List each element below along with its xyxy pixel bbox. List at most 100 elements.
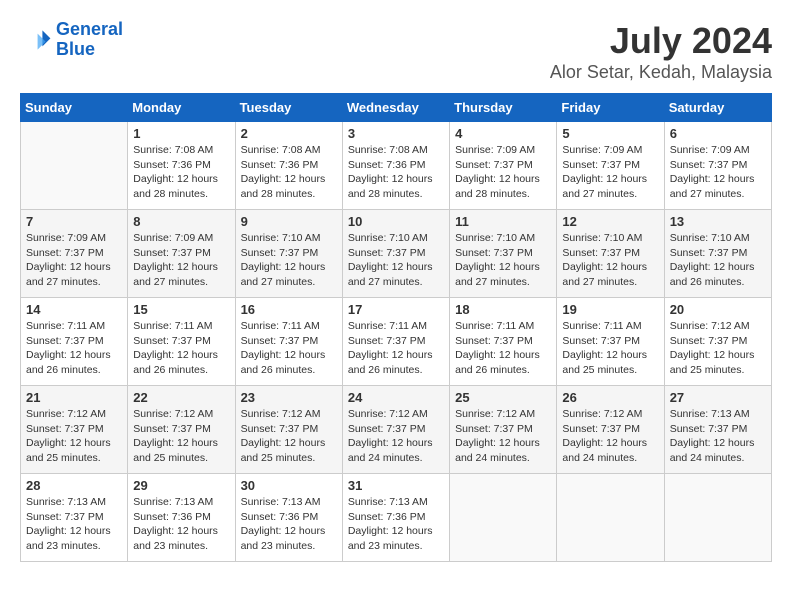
day-info: Sunrise: 7:08 AM Sunset: 7:36 PM Dayligh… bbox=[133, 143, 229, 202]
day-number: 25 bbox=[455, 390, 551, 405]
calendar-cell: 7Sunrise: 7:09 AM Sunset: 7:37 PM Daylig… bbox=[21, 210, 128, 298]
calendar-cell bbox=[664, 474, 771, 562]
calendar-cell bbox=[557, 474, 664, 562]
day-info: Sunrise: 7:08 AM Sunset: 7:36 PM Dayligh… bbox=[348, 143, 444, 202]
day-info: Sunrise: 7:09 AM Sunset: 7:37 PM Dayligh… bbox=[455, 143, 551, 202]
day-number: 4 bbox=[455, 126, 551, 141]
calendar-cell: 9 Sunrise: 7:10 AM Sunset: 7:37 PM Daylig… bbox=[235, 210, 342, 298]
calendar-week-row: 1 Sunrise: 7:08 AM Sunset: 7:36 PM Daylig… bbox=[21, 122, 772, 210]
calendar-cell: 10 Sunrise: 7:10 AM Sunset: 7:37 PM Dayli… bbox=[342, 210, 449, 298]
calendar-cell: 30Sunrise: 7:13 AM Sunset: 7:36 PM Dayli… bbox=[235, 474, 342, 562]
calendar-cell: 12Sunrise: 7:10 AM Sunset: 7:37 PM Dayli… bbox=[557, 210, 664, 298]
day-number: 10 bbox=[348, 214, 444, 229]
day-number: 3 bbox=[348, 126, 444, 141]
calendar-day-header: Sunday bbox=[21, 94, 128, 122]
calendar-day-header: Monday bbox=[128, 94, 235, 122]
day-info: Sunrise: 7:11 AM Sunset: 7:37 PM Dayligh… bbox=[348, 319, 444, 378]
day-number: 13 bbox=[670, 214, 766, 229]
calendar-cell: 17 Sunrise: 7:11 AM Sunset: 7:37 PM Dayli… bbox=[342, 298, 449, 386]
calendar-day-header: Friday bbox=[557, 94, 664, 122]
day-info: Sunrise: 7:13 AM Sunset: 7:36 PM Dayligh… bbox=[241, 495, 337, 554]
day-info: Sunrise: 7:12 AM Sunset: 7:37 PM Dayligh… bbox=[241, 407, 337, 466]
day-number: 14 bbox=[26, 302, 122, 317]
calendar-table: SundayMondayTuesdayWednesdayThursdayFrid… bbox=[20, 93, 772, 562]
day-number: 2 bbox=[241, 126, 337, 141]
day-number: 27 bbox=[670, 390, 766, 405]
calendar-week-row: 14 Sunrise: 7:11 AM Sunset: 7:37 PM Dayli… bbox=[21, 298, 772, 386]
day-info: Sunrise: 7:08 AM Sunset: 7:36 PM Dayligh… bbox=[241, 143, 337, 202]
page-subtitle: Alor Setar, Kedah, Malaysia bbox=[550, 62, 772, 83]
title-block: July 2024 Alor Setar, Kedah, Malaysia bbox=[550, 20, 772, 83]
calendar-cell: 2 Sunrise: 7:08 AM Sunset: 7:36 PM Daylig… bbox=[235, 122, 342, 210]
day-info: Sunrise: 7:10 AM Sunset: 7:37 PM Dayligh… bbox=[348, 231, 444, 290]
day-number: 7 bbox=[26, 214, 122, 229]
day-number: 1 bbox=[133, 126, 229, 141]
calendar-cell: 29Sunrise: 7:13 AM Sunset: 7:36 PM Dayli… bbox=[128, 474, 235, 562]
calendar-day-header: Saturday bbox=[664, 94, 771, 122]
logo: General Blue bbox=[20, 20, 123, 60]
logo-icon bbox=[20, 24, 52, 56]
day-info: Sunrise: 7:09 AM Sunset: 7:37 PM Dayligh… bbox=[562, 143, 658, 202]
day-number: 9 bbox=[241, 214, 337, 229]
calendar-cell: 24 Sunrise: 7:12 AM Sunset: 7:37 PM Dayli… bbox=[342, 386, 449, 474]
day-info: Sunrise: 7:11 AM Sunset: 7:37 PM Dayligh… bbox=[133, 319, 229, 378]
calendar-cell: 4 Sunrise: 7:09 AM Sunset: 7:37 PM Daylig… bbox=[450, 122, 557, 210]
day-number: 19 bbox=[562, 302, 658, 317]
day-info: Sunrise: 7:09 AM Sunset: 7:37 PM Dayligh… bbox=[133, 231, 229, 290]
calendar-cell: 6 Sunrise: 7:09 AM Sunset: 7:37 PM Daylig… bbox=[664, 122, 771, 210]
day-info: Sunrise: 7:13 AM Sunset: 7:37 PM Dayligh… bbox=[26, 495, 122, 554]
calendar-cell: 31Sunrise: 7:13 AM Sunset: 7:36 PM Dayli… bbox=[342, 474, 449, 562]
day-info: Sunrise: 7:11 AM Sunset: 7:37 PM Dayligh… bbox=[241, 319, 337, 378]
day-info: Sunrise: 7:12 AM Sunset: 7:37 PM Dayligh… bbox=[133, 407, 229, 466]
calendar-day-header: Tuesday bbox=[235, 94, 342, 122]
calendar-cell: 5 Sunrise: 7:09 AM Sunset: 7:37 PM Daylig… bbox=[557, 122, 664, 210]
day-info: Sunrise: 7:10 AM Sunset: 7:37 PM Dayligh… bbox=[562, 231, 658, 290]
day-info: Sunrise: 7:13 AM Sunset: 7:36 PM Dayligh… bbox=[348, 495, 444, 554]
calendar-cell bbox=[450, 474, 557, 562]
calendar-cell: 21Sunrise: 7:12 AM Sunset: 7:37 PM Dayli… bbox=[21, 386, 128, 474]
calendar-cell: 20 Sunrise: 7:12 AM Sunset: 7:37 PM Dayli… bbox=[664, 298, 771, 386]
page-title: July 2024 bbox=[550, 20, 772, 62]
day-info: Sunrise: 7:10 AM Sunset: 7:37 PM Dayligh… bbox=[241, 231, 337, 290]
day-number: 17 bbox=[348, 302, 444, 317]
day-info: Sunrise: 7:13 AM Sunset: 7:36 PM Dayligh… bbox=[133, 495, 229, 554]
day-info: Sunrise: 7:13 AM Sunset: 7:37 PM Dayligh… bbox=[670, 407, 766, 466]
day-number: 8 bbox=[133, 214, 229, 229]
calendar-cell: 28Sunrise: 7:13 AM Sunset: 7:37 PM Dayli… bbox=[21, 474, 128, 562]
calendar-cell: 22 Sunrise: 7:12 AM Sunset: 7:37 PM Dayli… bbox=[128, 386, 235, 474]
day-info: Sunrise: 7:10 AM Sunset: 7:37 PM Dayligh… bbox=[670, 231, 766, 290]
calendar-day-header: Wednesday bbox=[342, 94, 449, 122]
calendar-cell: 11Sunrise: 7:10 AM Sunset: 7:37 PM Dayli… bbox=[450, 210, 557, 298]
day-number: 26 bbox=[562, 390, 658, 405]
calendar-day-header: Thursday bbox=[450, 94, 557, 122]
calendar-cell: 3 Sunrise: 7:08 AM Sunset: 7:36 PM Daylig… bbox=[342, 122, 449, 210]
day-number: 6 bbox=[670, 126, 766, 141]
calendar-cell bbox=[21, 122, 128, 210]
day-info: Sunrise: 7:12 AM Sunset: 7:37 PM Dayligh… bbox=[455, 407, 551, 466]
calendar-cell: 16 Sunrise: 7:11 AM Sunset: 7:37 PM Dayli… bbox=[235, 298, 342, 386]
logo-text: General Blue bbox=[56, 20, 123, 60]
day-number: 24 bbox=[348, 390, 444, 405]
calendar-cell: 19 Sunrise: 7:11 AM Sunset: 7:37 PM Dayli… bbox=[557, 298, 664, 386]
day-info: Sunrise: 7:12 AM Sunset: 7:37 PM Dayligh… bbox=[26, 407, 122, 466]
day-number: 18 bbox=[455, 302, 551, 317]
day-info: Sunrise: 7:11 AM Sunset: 7:37 PM Dayligh… bbox=[455, 319, 551, 378]
day-number: 5 bbox=[562, 126, 658, 141]
day-number: 22 bbox=[133, 390, 229, 405]
calendar-week-row: 7 Sunrise: 7:09 AM Sunset: 7:37 PM Daylig… bbox=[21, 210, 772, 298]
calendar-cell: 14 Sunrise: 7:11 AM Sunset: 7:37 PM Dayli… bbox=[21, 298, 128, 386]
calendar-cell: 23 Sunrise: 7:12 AM Sunset: 7:37 PM Dayli… bbox=[235, 386, 342, 474]
calendar-cell: 18 Sunrise: 7:11 AM Sunset: 7:37 PM Dayli… bbox=[450, 298, 557, 386]
day-info: Sunrise: 7:12 AM Sunset: 7:37 PM Dayligh… bbox=[670, 319, 766, 378]
day-info: Sunrise: 7:09 AM Sunset: 7:37 PM Dayligh… bbox=[670, 143, 766, 202]
day-number: 16 bbox=[241, 302, 337, 317]
day-number: 23 bbox=[241, 390, 337, 405]
calendar-cell: 15Sunrise: 7:11 AM Sunset: 7:37 PM Dayli… bbox=[128, 298, 235, 386]
day-info: Sunrise: 7:11 AM Sunset: 7:37 PM Dayligh… bbox=[562, 319, 658, 378]
calendar-cell: 13 Sunrise: 7:10 AM Sunset: 7:37 PM Dayli… bbox=[664, 210, 771, 298]
calendar-cell: 25 Sunrise: 7:12 AM Sunset: 7:37 PM Dayli… bbox=[450, 386, 557, 474]
day-number: 20 bbox=[670, 302, 766, 317]
day-info: Sunrise: 7:11 AM Sunset: 7:37 PM Dayligh… bbox=[26, 319, 122, 378]
calendar-week-row: 21Sunrise: 7:12 AM Sunset: 7:37 PM Dayli… bbox=[21, 386, 772, 474]
day-info: Sunrise: 7:12 AM Sunset: 7:37 PM Dayligh… bbox=[348, 407, 444, 466]
